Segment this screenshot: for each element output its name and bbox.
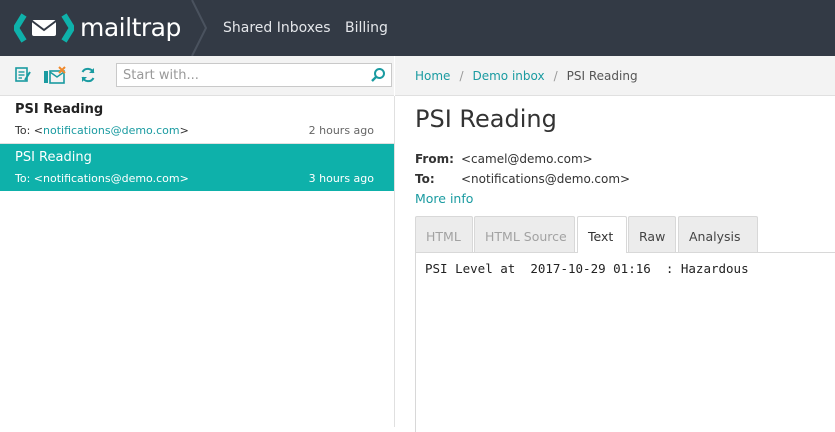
tab-analysis[interactable]: Analysis	[678, 216, 758, 252]
tab-html[interactable]: HTML	[415, 216, 473, 252]
message-title: PSI Reading	[415, 105, 557, 133]
breadcrumb-separator: /	[553, 69, 558, 83]
breadcrumb-current: PSI Reading	[566, 69, 638, 83]
breadcrumb-inbox[interactable]: Demo inbox	[472, 69, 544, 83]
clear-inbox-icon[interactable]	[43, 66, 67, 84]
refresh-icon[interactable]	[79, 66, 97, 84]
logo-text: mailtrap	[80, 12, 181, 42]
message-item[interactable]: PSI Reading To: <notifications@demo.com>…	[0, 96, 394, 144]
message-subject: PSI Reading	[15, 102, 104, 117]
to-row: To: <notifications@demo.com>	[415, 172, 630, 186]
top-navbar: mailtrap Shared Inboxes Billing	[0, 0, 835, 56]
view-tabs: HTML HTML Source Text Raw Analysis	[415, 216, 835, 253]
mailtrap-logo-icon	[14, 13, 74, 43]
tab-html-source[interactable]: HTML Source	[474, 216, 575, 252]
tab-text[interactable]: Text	[577, 216, 627, 253]
nav-billing[interactable]: Billing	[345, 0, 388, 56]
search-box	[116, 63, 392, 87]
breadcrumb-separator: /	[459, 69, 464, 83]
message-body: PSI Level at 2017-10-29 01:16 : Hazardou…	[415, 252, 835, 432]
more-info-link[interactable]: More info	[415, 191, 473, 206]
from-label: From:	[415, 152, 454, 166]
message-subject: PSI Reading	[15, 150, 92, 165]
navbar-divider	[191, 0, 208, 56]
message-recipient: To: <notifications@demo.com>	[15, 172, 189, 185]
mailtrap-logo[interactable]: mailtrap	[14, 11, 181, 45]
mark-read-icon[interactable]	[14, 66, 32, 84]
search-input[interactable]	[117, 64, 369, 87]
message-list: PSI Reading To: <notifications@demo.com>…	[0, 96, 395, 427]
to-label: To:	[415, 172, 435, 186]
message-body-text: PSI Level at 2017-10-29 01:16 : Hazardou…	[425, 261, 749, 276]
tab-raw[interactable]: Raw	[628, 216, 676, 252]
message-item-selected[interactable]: PSI Reading To: <notifications@demo.com>…	[0, 144, 394, 191]
breadcrumb-home[interactable]: Home	[415, 69, 450, 83]
to-value: <notifications@demo.com>	[461, 172, 631, 186]
nav-shared-inboxes[interactable]: Shared Inboxes	[223, 0, 331, 56]
breadcrumb-bar: Home / Demo inbox / PSI Reading	[395, 56, 835, 96]
from-row: From: <camel@demo.com>	[415, 152, 593, 166]
search-icon[interactable]	[370, 67, 386, 83]
message-recipient: To: <notifications@demo.com>	[15, 124, 189, 137]
breadcrumb: Home / Demo inbox / PSI Reading	[415, 69, 638, 83]
from-value: <camel@demo.com>	[461, 152, 593, 166]
message-time: 3 hours ago	[308, 172, 374, 185]
message-detail: PSI Reading From: <camel@demo.com> To: <no…	[395, 96, 835, 432]
message-time: 2 hours ago	[308, 124, 374, 137]
